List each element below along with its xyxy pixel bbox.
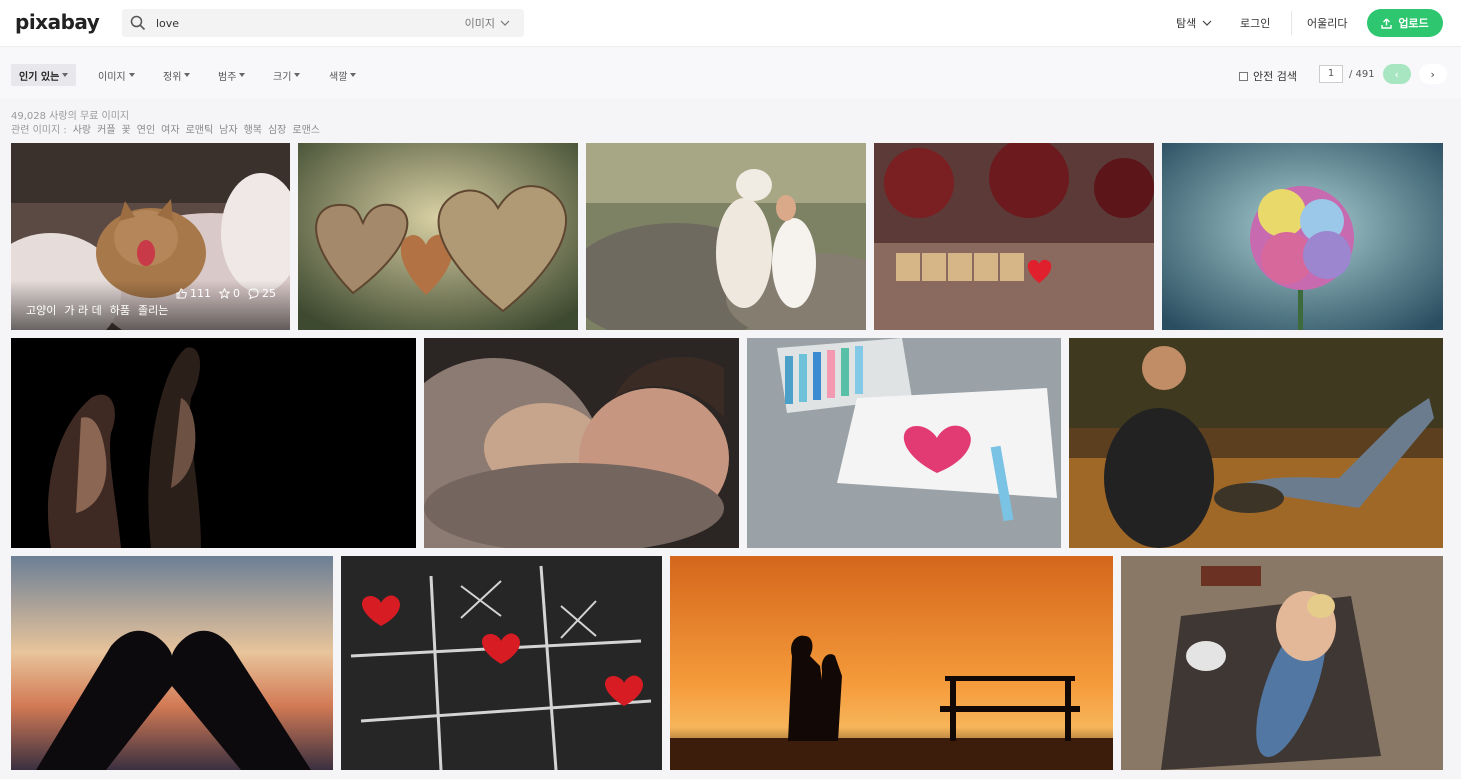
star-icon — [219, 287, 230, 299]
caret-down-icon — [184, 73, 191, 77]
photo-tic-tac-toe-hearts[interactable] — [341, 556, 662, 770]
filter-popular-label: 인기 있는 — [19, 71, 60, 83]
couple-field-image — [1069, 338, 1443, 548]
search-type-dropdown[interactable]: 이미지 — [465, 15, 510, 31]
photo-father-and-baby-sleeping[interactable] — [424, 338, 739, 548]
filter-bar: 인기 있는 이미지 정위 범주 크기 색깔 안전 검색 1 / 491 ‹ › — [0, 46, 1461, 98]
chevron-down-icon — [1202, 20, 1212, 26]
filter-size-label: 크기 — [273, 71, 292, 83]
page-total: / 491 — [1349, 68, 1375, 80]
related-tag[interactable]: 남자 — [219, 121, 237, 136]
father-baby-image — [424, 338, 739, 548]
results-count: 49,028 사랑의 무료 이미지 — [11, 111, 130, 122]
caret-down-icon — [128, 73, 135, 77]
search-icon[interactable] — [130, 15, 146, 31]
explore-menu[interactable]: 탐색 — [1176, 15, 1212, 31]
top-header: pixabay 이미지 탐색 로그인 어울리다 업로드 — [0, 0, 1461, 46]
caret-down-icon — [350, 73, 357, 77]
photo-crayon-heart-card[interactable] — [747, 338, 1061, 548]
caret-down-icon — [294, 73, 301, 77]
rainbow-rose-image — [1162, 143, 1443, 330]
tictactoe-image — [341, 556, 662, 770]
filter-color-label: 색깔 — [329, 71, 348, 83]
join-link[interactable]: 어울리다 — [1307, 15, 1347, 31]
filter-size[interactable]: 크기 — [265, 64, 308, 86]
photo-tag[interactable]: 졸리는 — [138, 302, 168, 318]
related-tags: 관련 이미지 : 사랑 커플 꽃 연인 여자 로맨틱 남자 행복 심장 로맨스 — [11, 121, 320, 136]
comment-count: 25 — [262, 287, 276, 300]
photo-wooden-hearts[interactable] — [298, 143, 578, 330]
love-tiles-image — [874, 143, 1154, 330]
safe-search-checkbox[interactable] — [1239, 71, 1248, 81]
tiger-woman-image — [586, 143, 866, 330]
related-label: 관련 이미지 : — [11, 125, 67, 136]
nav-divider — [1291, 11, 1292, 35]
related-tag[interactable]: 로맨틱 — [186, 121, 214, 136]
photo-tag[interactable]: 하품 — [110, 302, 130, 318]
like-count: 111 — [190, 287, 211, 300]
pixabay-logo[interactable]: pixabay — [15, 10, 100, 34]
related-tag[interactable]: 행복 — [244, 121, 262, 136]
photo-hand-heart-sunset[interactable] — [11, 556, 333, 770]
comment-icon — [248, 288, 259, 300]
filter-type[interactable]: 이미지 — [90, 64, 143, 86]
photo-white-tiger-and-woman[interactable] — [586, 143, 866, 330]
hand-heart-image — [11, 556, 333, 770]
like-stat[interactable]: 111 — [176, 287, 211, 300]
filter-category-label: 범주 — [218, 71, 237, 83]
filter-type-label: 이미지 — [98, 71, 126, 83]
explore-label: 탐색 — [1176, 17, 1197, 30]
upload-icon — [1381, 18, 1393, 29]
couple-blanket-image — [1121, 556, 1443, 770]
related-tag[interactable]: 꽃 — [122, 121, 131, 136]
related-tag[interactable]: 사랑 — [73, 121, 91, 136]
filter-category[interactable]: 범주 — [210, 64, 253, 86]
photo-cat-yawning-in-bed[interactable]: 111 0 25 고양이 가 라 데 하품 졸리는 — [11, 143, 290, 330]
prev-page-button[interactable]: ‹ — [1382, 64, 1411, 84]
photo-stats: 111 0 25 — [176, 287, 276, 300]
filter-popular[interactable]: 인기 있는 — [11, 64, 77, 86]
search-input[interactable] — [156, 13, 436, 33]
favorite-stat[interactable]: 0 — [219, 287, 240, 300]
photo-love-scrabble-tiles[interactable] — [874, 143, 1154, 330]
search-type-label: 이미지 — [464, 17, 495, 30]
photo-couple-silhouette-profile[interactable] — [11, 338, 416, 548]
thumbs-up-icon — [176, 288, 187, 299]
couple-profile-image — [11, 338, 416, 548]
related-tag[interactable]: 로맨스 — [292, 121, 320, 136]
photo-couple-on-blanket[interactable] — [1121, 556, 1443, 770]
upload-button[interactable]: 업로드 — [1367, 9, 1443, 37]
favorite-count: 0 — [233, 287, 240, 300]
photo-tag[interactable]: 고양이 — [26, 302, 56, 318]
related-tag[interactable]: 심장 — [268, 121, 286, 136]
related-tag[interactable]: 여자 — [161, 121, 179, 136]
caret-down-icon — [62, 73, 69, 77]
caret-down-icon — [239, 73, 246, 77]
crayon-heart-image — [747, 338, 1061, 548]
photo-couple-kissing-sunset[interactable] — [670, 556, 1113, 770]
search-bar: 이미지 — [122, 9, 524, 37]
filter-color[interactable]: 색깔 — [321, 64, 364, 86]
page-number-input[interactable]: 1 — [1319, 65, 1343, 83]
kissing-sunset-image — [670, 556, 1113, 770]
safe-search-label: 안전 검색 — [1253, 70, 1297, 83]
filter-orientation-label: 정위 — [163, 71, 182, 83]
wooden-hearts-image — [298, 143, 578, 330]
related-tag[interactable]: 연인 — [137, 121, 155, 136]
pagination: 1 / 491 ‹ › — [1319, 64, 1447, 84]
chevron-down-icon — [500, 20, 510, 26]
photo-tag[interactable]: 가 라 데 — [64, 302, 101, 318]
photo-couple-in-field[interactable] — [1069, 338, 1443, 548]
photo-rainbow-rose[interactable] — [1162, 143, 1443, 330]
upload-label: 업로드 — [1398, 17, 1429, 30]
login-link[interactable]: 로그인 — [1240, 15, 1270, 31]
filter-orientation[interactable]: 정위 — [155, 64, 198, 86]
safe-search-toggle[interactable]: 안전 검색 — [1239, 68, 1297, 84]
related-tag[interactable]: 커플 — [97, 121, 115, 136]
next-page-button[interactable]: › — [1418, 64, 1447, 84]
photo-tags: 고양이 가 라 데 하품 졸리는 — [26, 302, 168, 318]
comment-stat[interactable]: 25 — [248, 287, 276, 300]
